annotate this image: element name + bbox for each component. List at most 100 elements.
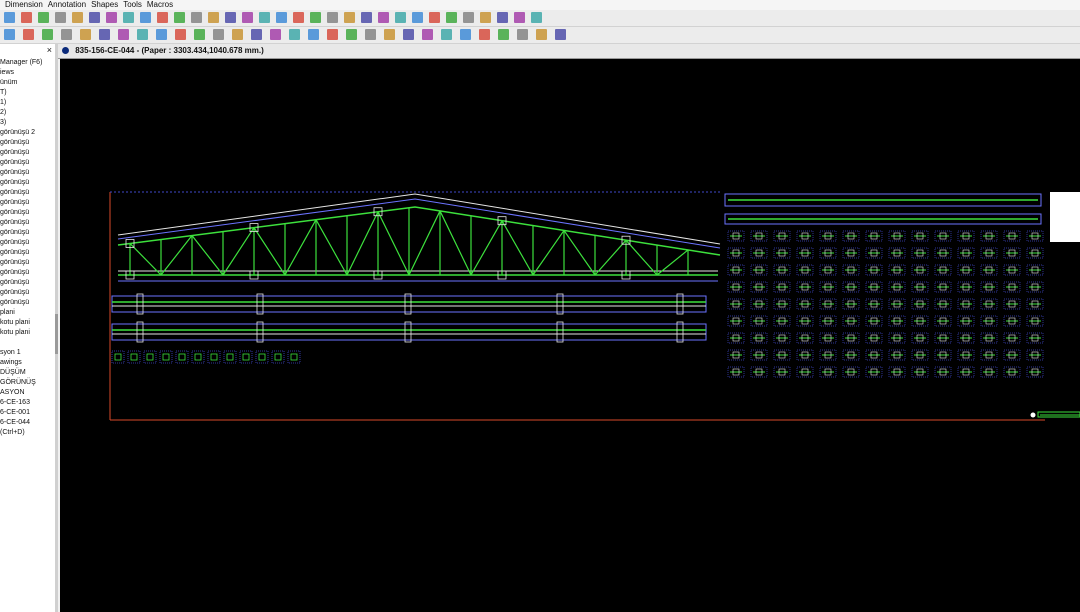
tree-item[interactable]: (Ctrl+D): [0, 428, 55, 438]
tree-item[interactable]: görünüşü: [0, 138, 55, 148]
stop-icon[interactable]: [157, 12, 168, 23]
delete-icon[interactable]: [242, 12, 253, 23]
scale-icon[interactable]: [536, 29, 547, 40]
tree-item[interactable]: görünüşü: [0, 188, 55, 198]
circle-icon[interactable]: [429, 12, 440, 23]
tree-item[interactable]: görünüşü: [0, 208, 55, 218]
globe-icon[interactable]: [346, 29, 357, 40]
detail-icon[interactable]: [479, 29, 490, 40]
zoom-icon[interactable]: [208, 12, 219, 23]
list-icon[interactable]: [310, 12, 321, 23]
menu-item-shapes[interactable]: Shapes: [91, 0, 118, 9]
section-icon[interactable]: [460, 29, 471, 40]
tree-item[interactable]: GÖRÜNÜŞ: [0, 378, 55, 388]
document-tab[interactable]: 835-156-CE-044 - (Paper : 3303.434,1040.…: [58, 44, 1080, 59]
play-all-icon[interactable]: [140, 12, 151, 23]
polygon-icon[interactable]: [463, 12, 474, 23]
block-icon[interactable]: [514, 12, 525, 23]
tree-item[interactable]: 6-CE-001: [0, 408, 55, 418]
filter-icon[interactable]: [225, 12, 236, 23]
tree-item[interactable]: görünüşü: [0, 158, 55, 168]
open-icon[interactable]: [4, 12, 15, 23]
extend-icon[interactable]: [137, 29, 148, 40]
tree-item[interactable]: 3): [0, 118, 55, 128]
tree-item[interactable]: görünüşü 2: [0, 128, 55, 138]
menu-item-annotation[interactable]: Annotation: [48, 0, 86, 9]
tree-item[interactable]: görünüşü: [0, 198, 55, 208]
tree-item[interactable]: ASYON: [0, 388, 55, 398]
tree-item[interactable]: plani: [0, 308, 55, 318]
pencil-icon[interactable]: [80, 29, 91, 40]
leader-icon[interactable]: [403, 29, 414, 40]
tree-item[interactable]: 2): [0, 108, 55, 118]
insert-icon[interactable]: [531, 12, 542, 23]
rectangle-icon[interactable]: [446, 12, 457, 23]
tree-item[interactable]: görünüşü: [0, 258, 55, 268]
ellipse-icon[interactable]: [23, 29, 34, 40]
tree-item[interactable]: görünüşü: [0, 268, 55, 278]
cross-icon[interactable]: [99, 29, 110, 40]
tree-item[interactable]: iews: [0, 68, 55, 78]
tag-icon[interactable]: [497, 12, 508, 23]
circle-icon[interactable]: [4, 29, 15, 40]
rotate-icon[interactable]: [259, 12, 270, 23]
mirror-icon[interactable]: [276, 12, 287, 23]
paste-icon[interactable]: [72, 12, 83, 23]
tree-item[interactable]: Manager (F6): [0, 58, 55, 68]
measure-icon[interactable]: [213, 29, 224, 40]
tree-item[interactable]: DÜŞÜM: [0, 368, 55, 378]
line-icon[interactable]: [293, 12, 304, 23]
tree-item[interactable]: T): [0, 88, 55, 98]
tree-item[interactable]: görünüşü: [0, 178, 55, 188]
tree-item[interactable]: kotu plani: [0, 328, 55, 338]
menu-item-dimension[interactable]: Dimension: [5, 0, 43, 9]
weld-icon[interactable]: [251, 29, 262, 40]
vector-icon[interactable]: [361, 12, 372, 23]
export-icon[interactable]: [555, 29, 566, 40]
menu-item-tools[interactable]: Tools: [123, 0, 142, 9]
dimension-icon[interactable]: [232, 29, 243, 40]
trim-icon[interactable]: [118, 29, 129, 40]
tree-item[interactable]: görünüşü: [0, 238, 55, 248]
select-icon[interactable]: [395, 12, 406, 23]
magnet-icon[interactable]: [378, 12, 389, 23]
marker-icon[interactable]: [441, 29, 452, 40]
format-icon[interactable]: [517, 29, 528, 40]
tree-item[interactable]: görünüşü: [0, 248, 55, 258]
grid-icon[interactable]: [191, 12, 202, 23]
note-icon[interactable]: [422, 29, 433, 40]
spline-icon[interactable]: [308, 29, 319, 40]
refresh-icon[interactable]: [327, 12, 338, 23]
print-icon[interactable]: [38, 12, 49, 23]
drawing-canvas[interactable]: [60, 59, 1080, 612]
tree-item[interactable]: [0, 338, 55, 348]
fillet-icon[interactable]: [156, 29, 167, 40]
tree-item[interactable]: görünüşü: [0, 228, 55, 238]
tree-item[interactable]: 6-CE-163: [0, 398, 55, 408]
text-icon[interactable]: [61, 29, 72, 40]
panel-splitter[interactable]: [55, 44, 58, 612]
copy-icon[interactable]: [55, 12, 66, 23]
flash-icon[interactable]: [289, 29, 300, 40]
search-icon[interactable]: [175, 29, 186, 40]
bolt-icon[interactable]: [480, 12, 491, 23]
tree-item[interactable]: görünüşü: [0, 288, 55, 298]
menu-item-macros[interactable]: Macros: [147, 0, 173, 9]
arc-icon[interactable]: [270, 29, 281, 40]
save-icon[interactable]: [21, 12, 32, 23]
tree-item[interactable]: görünüşü: [0, 148, 55, 158]
edit-icon[interactable]: [106, 12, 117, 23]
arrow-icon[interactable]: [344, 12, 355, 23]
oval-icon[interactable]: [42, 29, 53, 40]
tree-item[interactable]: görünüşü: [0, 278, 55, 288]
settings-icon[interactable]: [89, 12, 100, 23]
tank-icon[interactable]: [327, 29, 338, 40]
tree-item[interactable]: ünüm: [0, 78, 55, 88]
layers-icon[interactable]: [174, 12, 185, 23]
tree-item[interactable]: kotu plani: [0, 318, 55, 328]
tree-item[interactable]: görünüşü: [0, 218, 55, 228]
frame-icon[interactable]: [194, 29, 205, 40]
tree-item[interactable]: awings: [0, 358, 55, 368]
splitter-grip[interactable]: [55, 314, 58, 354]
label-icon[interactable]: [384, 29, 395, 40]
